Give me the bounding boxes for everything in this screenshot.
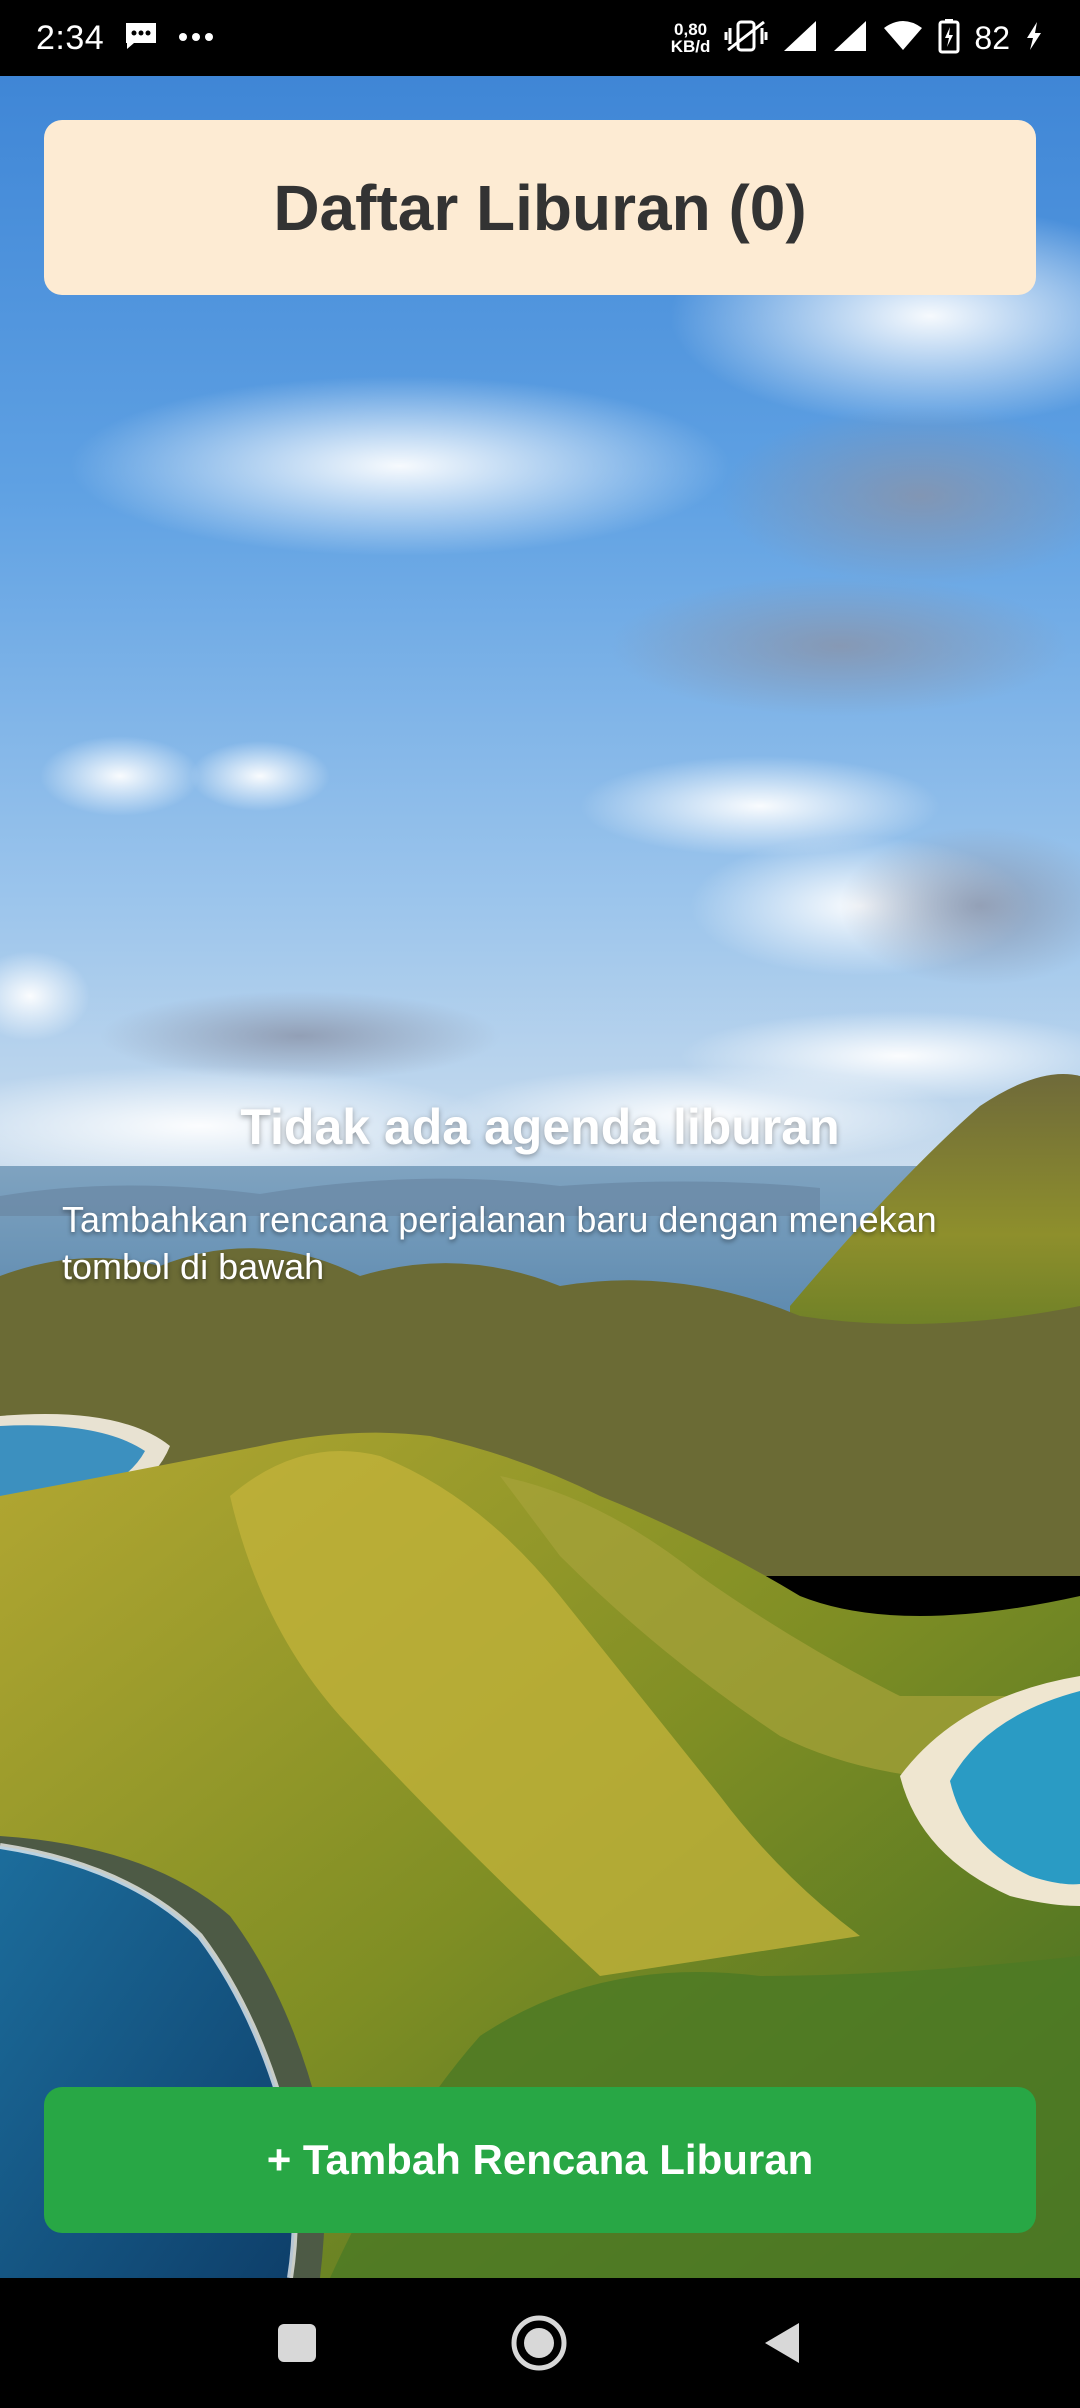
more-dots-icon — [178, 29, 214, 47]
navigation-bar — [0, 2278, 1080, 2408]
status-time: 2:34 — [36, 18, 105, 57]
battery-percent: 82 — [974, 19, 1010, 56]
recents-square-icon[interactable] — [252, 2298, 342, 2388]
wifi-icon — [882, 20, 924, 57]
status-left: 2:34 — [36, 19, 214, 58]
battery-icon — [938, 18, 960, 59]
empty-state-subtitle: Tambahkan rencana perjalanan baru dengan… — [62, 1199, 937, 1287]
signal-icon — [832, 19, 868, 58]
charging-icon — [1024, 21, 1044, 56]
empty-state-title: Tidak ada agenda liburan — [240, 1099, 840, 1155]
back-triangle-icon[interactable] — [736, 2298, 826, 2388]
add-vacation-plan-button[interactable]: + Tambah Rencana Liburan — [44, 2087, 1036, 2233]
signal-icon — [782, 19, 818, 58]
page-title: Daftar Liburan (0) — [273, 171, 807, 244]
header-card: Daftar Liburan (0) — [44, 120, 1036, 295]
message-icon — [124, 21, 158, 56]
net-speed-unit: KB/d — [670, 37, 711, 56]
vibrate-off-icon — [724, 18, 768, 59]
status-bar: 2:34 0,80 KB/d 82 — [0, 0, 1080, 76]
net-speed: 0,80 KB/d — [671, 21, 711, 55]
net-speed-value: 0,80 — [674, 20, 708, 39]
app-screen: 2:34 0,80 KB/d 82 Daftar Liburan (0) Tid… — [0, 0, 1080, 2408]
background-landscape-image — [0, 76, 1080, 2278]
home-circle-icon[interactable] — [494, 2298, 584, 2388]
status-right: 0,80 KB/d 82 — [671, 18, 1044, 59]
